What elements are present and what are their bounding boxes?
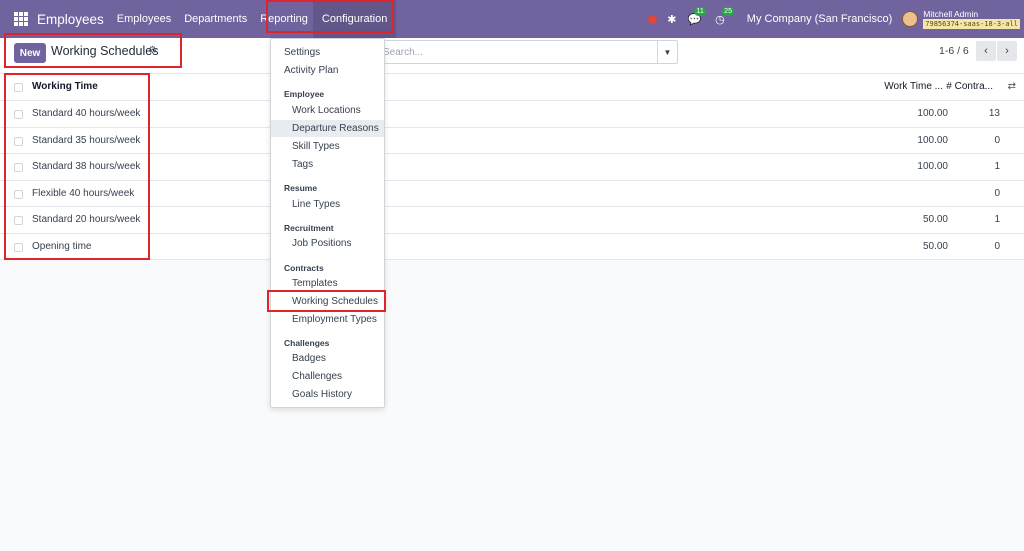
section-contracts: Contracts [284, 263, 324, 273]
chat-icon[interactable]: 💬 11 [687, 6, 706, 26]
table-row[interactable]: Flexible 40 hours/week 0 [0, 181, 1024, 207]
highlight-working-schedules-item [267, 290, 386, 312]
highlight-page-title [4, 33, 182, 68]
section-recruitment: Recruitment [284, 223, 334, 233]
row-contracts: 0 [994, 240, 1000, 252]
section-challenges: Challenges [284, 338, 330, 348]
app-brand[interactable]: Employees [37, 12, 104, 27]
menu-employees[interactable]: Employees [117, 13, 171, 25]
menu-item-employment-types[interactable]: Employment Types [271, 311, 384, 328]
pager-previous-icon[interactable]: ‹ [976, 41, 996, 61]
section-resume: Resume [284, 183, 318, 193]
highlight-configuration-menu [266, 0, 394, 33]
search-box: ▼ [380, 40, 678, 64]
row-contracts: 1 [994, 214, 1000, 225]
section-employee: Employee [284, 89, 325, 99]
menu-item-departure-reasons[interactable]: Departure Reasons [271, 120, 384, 137]
database-name: 79856374-saas-18-3-all [923, 19, 1020, 29]
menu-item-settings[interactable]: Settings [271, 44, 384, 61]
user-name: Mitchell Admin [923, 9, 979, 19]
column-contracts[interactable]: # Contra... [946, 81, 993, 92]
column-work-time[interactable]: Work Time ... [884, 81, 943, 92]
pager-next-icon[interactable]: › [997, 41, 1017, 61]
search-options-toggle-icon[interactable]: ▼ [657, 41, 677, 63]
configuration-dropdown: Settings Activity Plan Employee Work Loc… [270, 38, 385, 408]
user-avatar[interactable] [902, 11, 919, 27]
row-work-time: 50.00 [922, 214, 948, 225]
chat-count-badge: 11 [694, 6, 706, 16]
row-work-time: 100.00 [917, 108, 948, 119]
working-schedules-list: Working Time Work Time ... # Contra... ⇄… [0, 74, 1024, 260]
row-contracts: 0 [994, 134, 1000, 146]
debug-indicator-icon[interactable] [648, 14, 658, 24]
menu-item-goals-history[interactable]: Goals History [271, 386, 384, 403]
table-row[interactable]: Standard 20 hours/week 50.00 1 [0, 207, 1024, 234]
table-row[interactable]: Standard 38 hours/week 100.00 1 [0, 154, 1024, 181]
activity-count-badge: 25 [722, 6, 734, 16]
optional-columns-icon[interactable]: ⇄ [1008, 81, 1016, 92]
navbar-systray: ✱ 💬 11 ◷ 25 My Company (San Francisco) Mit… [648, 0, 1024, 38]
menu-item-activity-plan[interactable]: Activity Plan [271, 62, 384, 79]
company-switcher[interactable]: My Company (San Francisco) [747, 13, 893, 25]
menu-item-line-types[interactable]: Line Types [271, 196, 384, 213]
row-contracts: 0 [994, 187, 1000, 199]
menu-item-work-locations[interactable]: Work Locations [271, 102, 384, 119]
apps-menu-icon[interactable] [14, 12, 28, 26]
row-work-time: 50.00 [922, 240, 948, 252]
table-header: Working Time Work Time ... # Contra... ⇄ [0, 74, 1024, 101]
menu-item-job-positions[interactable]: Job Positions [271, 235, 384, 252]
row-contracts: 1 [994, 161, 1000, 172]
menu-item-tags[interactable]: Tags [271, 156, 384, 173]
activity-clock-icon[interactable]: ◷ 25 [715, 6, 734, 26]
menu-item-badges[interactable]: Badges [271, 350, 384, 367]
table-row[interactable]: Standard 35 hours/week 100.00 0 [0, 128, 1024, 154]
search-input[interactable] [383, 42, 653, 62]
row-work-time: 100.00 [917, 161, 948, 172]
menu-departments[interactable]: Departments [184, 13, 247, 25]
menu-item-challenges[interactable]: Challenges [271, 368, 384, 385]
bug-icon[interactable]: ✱ [667, 13, 676, 26]
table-row[interactable]: Standard 40 hours/week 100.00 13 [0, 101, 1024, 128]
user-menu[interactable]: Mitchell Admin 79856374-saas-18-3-all [923, 9, 1020, 29]
pager-value[interactable]: 1-6 / 6 [939, 45, 969, 57]
menu-item-skill-types[interactable]: Skill Types [271, 138, 384, 155]
row-contracts: 13 [988, 108, 1000, 119]
row-work-time: 100.00 [917, 134, 948, 146]
table-row[interactable]: Opening time 50.00 0 [0, 234, 1024, 260]
highlight-working-time-column [4, 73, 150, 260]
